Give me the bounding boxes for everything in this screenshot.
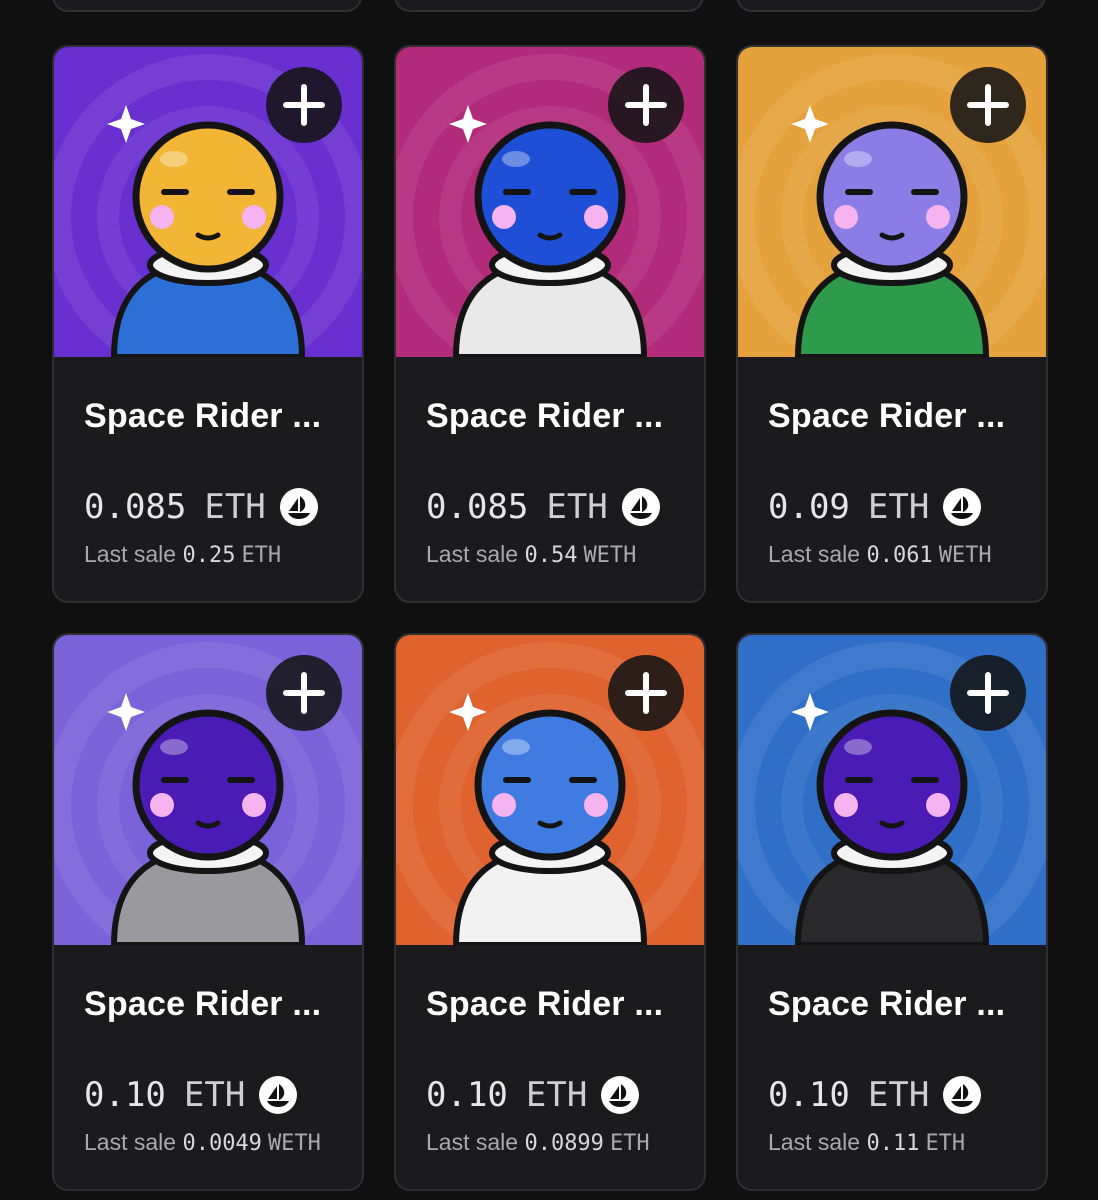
nft-card[interactable]: Space Rider ... 0.085 ETH Last sale 0.25… xyxy=(52,45,364,603)
nft-name[interactable]: Space Rider ... xyxy=(84,985,321,1024)
price-row: 0.10 ETH xyxy=(84,1075,298,1115)
price-value: 0.10 xyxy=(84,1075,166,1115)
last-sale-label: Last sale xyxy=(84,541,177,567)
opensea-icon xyxy=(279,488,318,526)
price-value: 0.10 xyxy=(426,1075,508,1115)
opensea-icon-svg xyxy=(267,1084,290,1107)
opensea-icon xyxy=(943,488,982,526)
last-sale-value: 0.0899 xyxy=(524,1131,604,1156)
plus-icon-svg xyxy=(967,672,1009,714)
price-unit: ETH xyxy=(183,1075,246,1115)
nft-card[interactable]: Space Rider ... 0.09 ETH Last sale 0.061… xyxy=(736,45,1048,603)
price-unit: ETH xyxy=(204,487,266,527)
price-value: 0.10 xyxy=(768,1075,850,1115)
price-row: 0.10 ETH xyxy=(768,1075,982,1115)
nft-name[interactable]: Space Rider ... xyxy=(768,985,1005,1024)
plus-icon xyxy=(282,671,326,715)
add-to-cart-button[interactable] xyxy=(950,655,1026,731)
plus-icon-svg xyxy=(967,84,1009,126)
add-to-cart-button[interactable] xyxy=(608,655,684,731)
last-sale-value: 0.11 xyxy=(866,1131,920,1156)
price-value: 0.085 xyxy=(84,487,187,527)
last-sale: Last sale 0.0899 ETH xyxy=(426,1129,650,1156)
card-stub xyxy=(394,0,704,12)
last-sale-value: 0.54 xyxy=(524,543,578,568)
plus-icon xyxy=(624,83,668,127)
last-sale-label: Last sale xyxy=(426,1129,519,1155)
last-sale-unit: WETH xyxy=(267,1131,321,1156)
nft-card[interactable]: Space Rider ... 0.10 ETH Last sale 0.004… xyxy=(52,633,364,1191)
last-sale-value: 0.25 xyxy=(182,543,236,568)
nft-name[interactable]: Space Rider ... xyxy=(426,397,663,436)
price-row: 0.085 ETH xyxy=(84,487,318,527)
plus-icon-svg xyxy=(625,84,667,126)
opensea-icon-svg xyxy=(287,496,310,519)
price-unit: ETH xyxy=(867,1075,930,1115)
nft-card[interactable]: Space Rider ... 0.10 ETH Last sale 0.11 E… xyxy=(736,633,1048,1191)
opensea-icon-svg xyxy=(951,1084,974,1107)
nft-card[interactable]: Space Rider ... 0.10 ETH Last sale 0.089… xyxy=(394,633,706,1191)
last-sale: Last sale 0.0049 WETH xyxy=(84,1129,321,1156)
last-sale-unit: WETH xyxy=(583,543,637,568)
price-unit: ETH xyxy=(546,487,608,527)
last-sale: Last sale 0.11 ETH xyxy=(768,1129,965,1156)
add-to-cart-button[interactable] xyxy=(608,67,684,143)
price-row: 0.085 ETH xyxy=(426,487,660,527)
last-sale-label: Last sale xyxy=(768,541,861,567)
price-value: 0.085 xyxy=(426,487,529,527)
last-sale: Last sale 0.061 WETH xyxy=(768,541,992,568)
opensea-icon-svg xyxy=(629,496,652,519)
last-sale-value: 0.061 xyxy=(866,543,933,568)
nft-name[interactable]: Space Rider ... xyxy=(768,397,1005,436)
last-sale-value: 0.0049 xyxy=(182,1131,262,1156)
plus-icon-svg xyxy=(283,84,325,126)
opensea-icon xyxy=(259,1076,298,1114)
last-sale-unit: ETH xyxy=(925,1131,966,1156)
opensea-icon-svg xyxy=(951,496,974,519)
last-sale-label: Last sale xyxy=(84,1129,177,1155)
plus-icon xyxy=(624,671,668,715)
opensea-icon xyxy=(943,1076,982,1114)
plus-icon xyxy=(966,671,1010,715)
price-unit: ETH xyxy=(867,487,930,527)
opensea-icon xyxy=(601,1076,640,1114)
add-to-cart-button[interactable] xyxy=(950,67,1026,143)
plus-icon xyxy=(282,83,326,127)
plus-icon-svg xyxy=(283,672,325,714)
price-row: 0.10 ETH xyxy=(426,1075,640,1115)
card-stub xyxy=(52,0,362,12)
last-sale-unit: ETH xyxy=(609,1131,650,1156)
last-sale-label: Last sale xyxy=(768,1129,861,1155)
price-row: 0.09 ETH xyxy=(768,487,982,527)
add-to-cart-button[interactable] xyxy=(266,67,342,143)
opensea-icon xyxy=(621,488,660,526)
last-sale-unit: WETH xyxy=(938,543,992,568)
nft-name[interactable]: Space Rider ... xyxy=(426,985,663,1024)
card-stub xyxy=(736,0,1046,12)
nft-card[interactable]: Space Rider ... 0.085 ETH Last sale 0.54… xyxy=(394,45,706,603)
plus-icon-svg xyxy=(625,672,667,714)
last-sale-label: Last sale xyxy=(426,541,519,567)
opensea-icon-svg xyxy=(609,1084,632,1107)
last-sale: Last sale 0.25 ETH xyxy=(84,541,281,568)
last-sale-unit: ETH xyxy=(241,543,282,568)
add-to-cart-button[interactable] xyxy=(266,655,342,731)
last-sale: Last sale 0.54 WETH xyxy=(426,541,636,568)
nft-name[interactable]: Space Rider ... xyxy=(84,397,321,436)
plus-icon xyxy=(966,83,1010,127)
price-unit: ETH xyxy=(525,1075,588,1115)
price-value: 0.09 xyxy=(768,487,850,527)
